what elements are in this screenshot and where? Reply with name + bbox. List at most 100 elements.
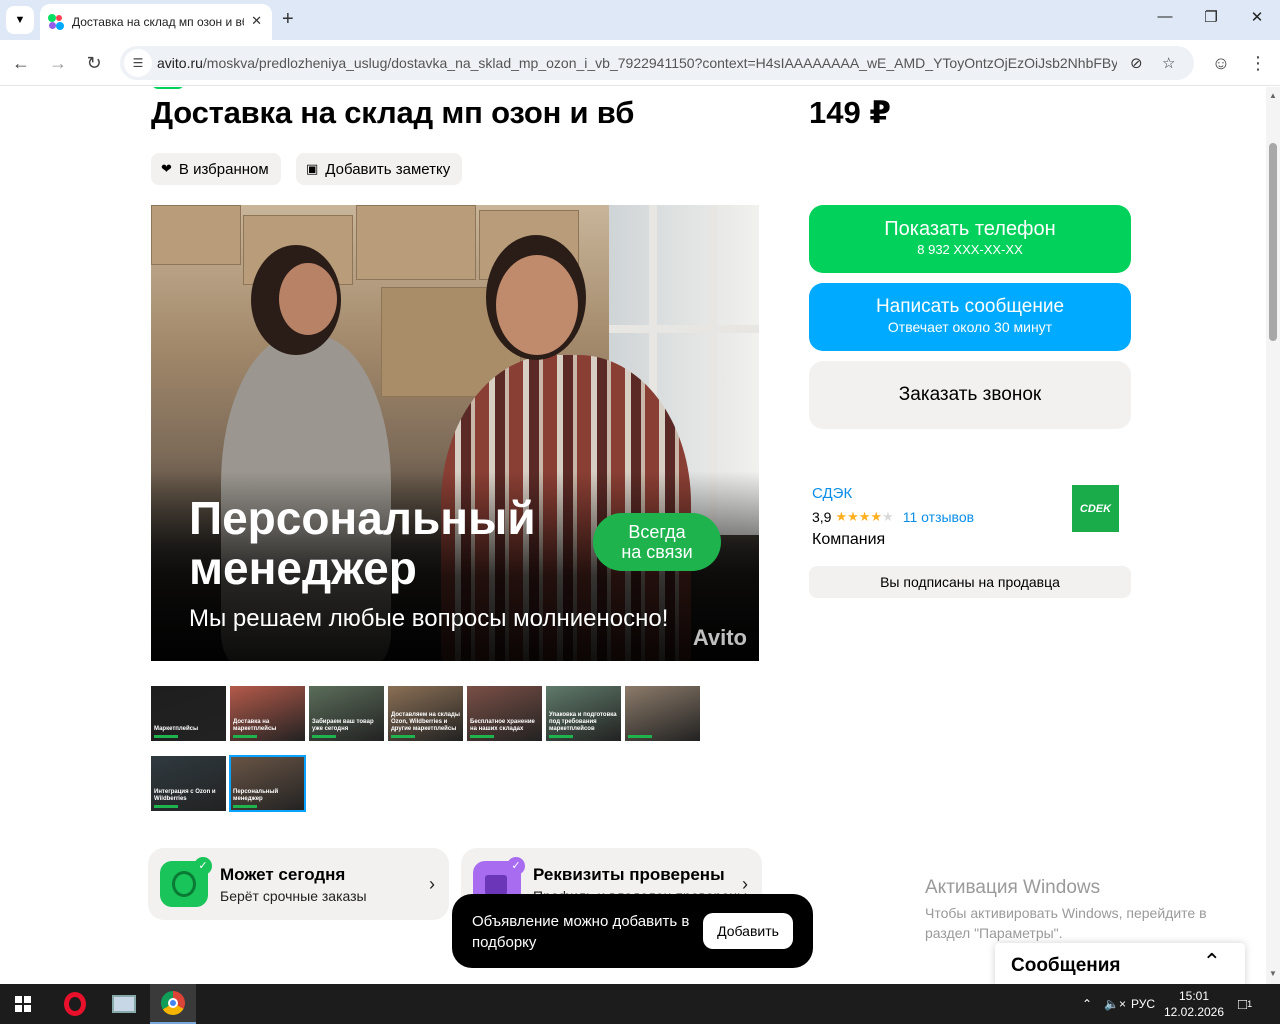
- show-hidden-icons[interactable]: ⌃: [1082, 984, 1092, 1024]
- browser-toolbar: ← → ↻ ☰ avito.ru/moskva/predlozheniya_us…: [0, 40, 1280, 86]
- thumbnail-caption: Доставляем на склады Ozon, Wildberries и…: [391, 712, 460, 732]
- add-note-label: Добавить заметку: [325, 160, 451, 178]
- note-icon: ▣: [306, 161, 319, 176]
- add-to-collection-toast: Объявление можно добавить в подборку Доб…: [452, 894, 813, 968]
- page-scrollbar[interactable]: ▲ ▼: [1266, 87, 1280, 984]
- windows-activation-notice: Активация Windows Чтобы активировать Win…: [925, 877, 1207, 941]
- subscribed-button[interactable]: Вы подписаны на продавца: [809, 566, 1131, 598]
- photo-thumbnail[interactable]: Упаковка и подготовка под требования мар…: [546, 686, 621, 741]
- opera-icon: [64, 992, 86, 1016]
- reply-time: Отвечает около 30 минут: [887, 319, 1053, 335]
- thumbnail-accent: [549, 735, 573, 738]
- card-available-today[interactable]: ✓ Может сегодня Берёт срочные заказы ›: [148, 848, 449, 920]
- seller-type: Компания: [812, 531, 886, 548]
- seller-logo[interactable]: CDEK: [1072, 485, 1119, 532]
- thumbnail-accent: [154, 735, 178, 738]
- forward-button[interactable]: →: [45, 50, 71, 76]
- thumbnail-accent: [628, 735, 652, 738]
- photo-thumbnail[interactable]: Интеграция с Ozon и Wildberries: [151, 756, 226, 811]
- man-face: [496, 255, 578, 355]
- thumbnail-caption: Упаковка и подготовка под требования мар…: [549, 712, 617, 732]
- listing-price: 149 ₽: [809, 95, 891, 130]
- chevron-down-icon: ▼: [14, 14, 26, 26]
- thumbnail-caption: Доставка на маркетплейсы: [233, 719, 277, 732]
- profile-icon[interactable]: ☺: [1208, 50, 1234, 76]
- clock-icon: ✓: [160, 857, 212, 907]
- favorite-button[interactable]: ❤ В избранном: [151, 153, 281, 185]
- thumbnail-accent: [391, 735, 415, 738]
- card-title: Реквизиты проверены: [533, 865, 725, 884]
- chevron-right-icon: ›: [742, 874, 748, 894]
- scroll-up-icon[interactable]: ▲: [1269, 91, 1277, 100]
- write-message-button[interactable]: Написать сообщение Отвечает около 30 мин…: [809, 283, 1131, 351]
- rating-stars-icon: ★★★★★: [835, 509, 894, 524]
- start-button[interactable]: [0, 984, 46, 1024]
- seller-name-link[interactable]: СДЭК: [812, 485, 852, 502]
- reviews-link[interactable]: 11 отзывов: [903, 509, 974, 525]
- box-shape: [151, 205, 241, 265]
- photo-thumbnail[interactable]: Доставка на маркетплейсы: [230, 686, 305, 741]
- check-icon: ✓: [194, 857, 212, 875]
- thumbnail-accent: [470, 735, 494, 738]
- taskbar-chrome[interactable]: [150, 984, 196, 1024]
- volume-muted-icon[interactable]: 🔈×: [1104, 984, 1126, 1024]
- photo-headline: Персональный менеджер: [189, 492, 536, 594]
- avito-favicon-icon: [48, 14, 64, 30]
- chevron-up-icon[interactable]: ⌃: [1203, 949, 1221, 975]
- messages-title: Сообщения: [1011, 955, 1121, 976]
- scroll-thumb[interactable]: [1269, 143, 1277, 341]
- photo-thumbnail[interactable]: [625, 686, 700, 741]
- menu-dots-icon[interactable]: ⋮: [1245, 50, 1271, 76]
- back-button[interactable]: ←: [8, 50, 34, 76]
- monitor-icon: [112, 995, 136, 1013]
- messages-panel[interactable]: Сообщения ⌃: [995, 943, 1245, 984]
- taskbar-opera[interactable]: [52, 984, 98, 1024]
- close-window-button[interactable]: ✕: [1242, 8, 1272, 26]
- clock[interactable]: 15:01 12.02.2026: [1163, 988, 1225, 1020]
- scroll-down-icon[interactable]: ▼: [1269, 969, 1277, 978]
- card-title: Может сегодня: [220, 865, 346, 884]
- photo-thumbnail[interactable]: Забираем ваш товар уже сегодня: [309, 686, 384, 741]
- language-indicator[interactable]: РУС: [1131, 984, 1155, 1024]
- thumbnail-accent: [312, 735, 336, 738]
- reload-button[interactable]: ↻: [81, 50, 107, 76]
- photo-subline: Мы решаем любые вопросы молниеносно!: [189, 605, 669, 632]
- box-shape: [356, 205, 476, 280]
- listing-title: Доставка на склад мп озон и вб: [151, 95, 635, 130]
- url-text: avito.ru/moskva/predlozheniya_uslug/dost…: [157, 55, 1117, 71]
- check-icon: ✓: [507, 857, 525, 875]
- toast-add-button[interactable]: Добавить: [703, 913, 793, 949]
- toast-text: Объявление можно добавить в подборку: [472, 913, 690, 951]
- photo-thumbnail[interactable]: Персональный менеджер: [229, 755, 306, 812]
- thumbnail-caption: Персональный менеджер: [233, 789, 279, 802]
- taskbar-app[interactable]: [101, 984, 147, 1024]
- photo-thumbnail[interactable]: Бесплатное хранение на наших складах: [467, 686, 542, 741]
- thumbnail-accent: [233, 805, 257, 808]
- bookmark-star-icon[interactable]: ☆: [1162, 54, 1175, 72]
- category-chip: [152, 87, 184, 89]
- chevron-right-icon: ›: [429, 874, 435, 894]
- thumbnail-caption: Забираем ваш товар уже сегодня: [312, 719, 374, 732]
- new-tab-button[interactable]: +: [282, 8, 294, 30]
- notifications-icon[interactable]: □ 1: [1238, 984, 1252, 1024]
- main-photo[interactable]: Персональный менеджер Мы решаем любые во…: [151, 205, 759, 661]
- card-subtitle: Берёт срочные заказы: [220, 888, 367, 904]
- avito-watermark: Avito: [692, 625, 747, 650]
- photo-thumbnail[interactable]: Доставляем на склады Ozon, Wildberries и…: [388, 686, 463, 741]
- eye-slash-icon[interactable]: ⊘: [1130, 54, 1143, 72]
- chrome-icon: [161, 991, 185, 1015]
- show-phone-button[interactable]: Показать телефон 8 932 XXX-XX-XX: [809, 205, 1131, 273]
- address-bar[interactable]: ☰ avito.ru/moskva/predlozheniya_uslug/do…: [120, 46, 1194, 80]
- restore-button[interactable]: ❐: [1196, 8, 1226, 26]
- browser-tab-active[interactable]: Доставка на склад мп озон и вб ✕: [40, 4, 272, 40]
- photo-thumbnail[interactable]: Маркетплейсы: [151, 686, 226, 741]
- windows-taskbar: ⌃ 🔈× РУС 15:01 12.02.2026 □ 1: [0, 984, 1280, 1024]
- favorite-label: В избранном: [178, 160, 269, 178]
- order-call-button[interactable]: Заказать звонок: [809, 361, 1131, 429]
- tab-search-button[interactable]: ▼: [6, 6, 34, 34]
- close-tab-icon[interactable]: ✕: [251, 13, 262, 29]
- minimize-button[interactable]: —: [1150, 8, 1180, 25]
- site-info-icon[interactable]: ☰: [124, 49, 152, 77]
- add-note-button[interactable]: ▣ Добавить заметку: [296, 153, 463, 185]
- page-content: Доставка на склад мп озон и вб 149 ₽ ❤ В…: [0, 87, 1266, 984]
